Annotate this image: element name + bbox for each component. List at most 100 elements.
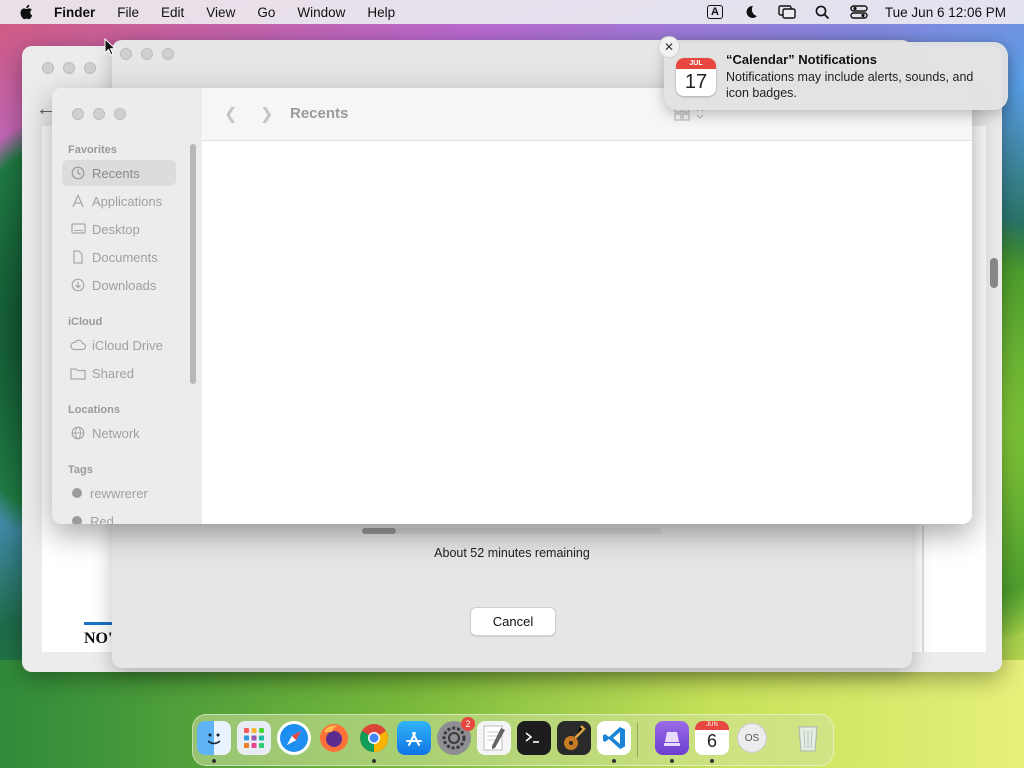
document-icon [70,249,86,265]
tag-color-dot [72,488,82,498]
horizontal-scrollbar[interactable] [362,528,662,534]
terminal-dock-icon[interactable] [517,721,551,755]
dock-separator [637,723,638,757]
zoom-button[interactable] [84,62,96,74]
apple-logo-icon[interactable] [18,3,36,21]
dock: 2 JUN 6 OS [192,714,834,766]
menu-file[interactable]: File [117,5,139,20]
control-center-icon[interactable] [849,4,869,20]
window-controls [120,48,174,60]
minimize-button[interactable] [93,108,105,120]
macos-installer-label: OS [737,723,767,753]
menu-view[interactable]: View [206,5,235,20]
menu-bar-clock[interactable]: Tue Jun 6 12:06 PM [885,5,1006,20]
cloud-icon [70,337,86,353]
scrollbar-thumb[interactable] [990,258,998,288]
running-indicator [710,759,714,763]
sidebar-section-locations: Locations [68,404,120,416]
vscode-dock-icon[interactable] [597,721,631,755]
sidebar-item-downloads[interactable]: Downloads [62,272,176,298]
network-icon [70,425,86,441]
sidebar-item-desktop[interactable]: Desktop [62,216,176,242]
file-list-area[interactable] [202,141,972,524]
sidebar-tag-rewwrerer[interactable]: rewwrerer [62,480,176,506]
screen-mirroring-icon[interactable] [777,4,797,20]
sidebar-section-favorites: Favorites [68,144,117,156]
cancel-button[interactable]: Cancel [470,607,556,636]
desktop-icon [70,221,86,237]
back-chevron-icon[interactable]: ❮ [224,104,237,124]
menu-app-finder[interactable]: Finder [54,5,95,20]
sidebar-item-label: Desktop [92,221,140,237]
finder-dock-icon[interactable] [197,721,231,755]
chrome-dock-icon[interactable] [357,721,391,755]
menu-edit[interactable]: Edit [161,5,184,20]
trash-dock-icon[interactable] [791,721,825,755]
calendar-dock-day: 6 [706,731,717,751]
sidebar-item-label: Downloads [92,277,157,293]
finder-window[interactable]: Favorites Recents Applications Desktop D… [52,88,972,524]
applications-icon [70,193,86,209]
sidebar-item-label: Network [92,425,140,441]
minimize-button[interactable] [63,62,75,74]
app-store-dock-icon[interactable] [397,721,431,755]
zoom-button[interactable] [162,48,174,60]
sidebar-item-network[interactable]: Network [62,420,176,446]
safari-dock-icon[interactable] [277,721,311,755]
partial-headline: NO' [84,630,113,647]
clock-icon [70,165,86,181]
macos-installer-dock-icon[interactable]: OS [735,721,769,755]
sidebar-item-applications[interactable]: Applications [62,188,176,214]
sidebar-item-icloud-drive[interactable]: iCloud Drive [62,332,176,358]
simulator-dock-icon[interactable] [655,721,689,755]
sidebar-item-label: Documents [92,249,158,265]
scrollbar-thumb[interactable] [362,528,396,534]
firefox-dock-icon[interactable] [317,721,351,755]
time-remaining-text: About 52 minutes remaining [434,546,590,560]
sidebar-item-label: iCloud Drive [92,337,163,353]
moon-icon[interactable] [741,4,761,20]
close-button[interactable] [120,48,132,60]
calendar-app-icon: JUL 17 [676,58,716,96]
notification-title: “Calendar” Notifications [726,52,877,67]
calendar-notification[interactable]: ✕ JUL 17 “Calendar” Notifications Notifi… [658,36,1008,110]
search-icon[interactable] [813,4,833,20]
menu-window[interactable]: Window [297,5,345,20]
sidebar-item-shared[interactable]: Shared [62,360,176,386]
system-settings-dock-icon[interactable]: 2 [437,717,475,755]
finder-sidebar: Favorites Recents Applications Desktop D… [52,88,203,524]
garageband-dock-icon[interactable] [557,721,591,755]
sidebar-item-label: Recents [92,165,140,181]
sidebar-item-recents[interactable]: Recents [62,160,176,186]
zoom-button[interactable] [114,108,126,120]
notification-body: Notifications may include alerts, sounds… [726,70,974,100]
download-icon [70,277,86,293]
input-source-icon[interactable]: A [705,4,725,20]
sidebar-item-documents[interactable]: Documents [62,244,176,270]
sidebar-item-label: Shared [92,365,134,381]
sidebar-item-label: Red [90,513,114,525]
minimize-button[interactable] [141,48,153,60]
sidebar-item-label: rewwrerer [90,485,148,501]
sidebar-item-label: Applications [92,193,163,209]
sidebar-section-tags: Tags [68,464,93,476]
close-button[interactable] [72,108,84,120]
sidebar-section-icloud: iCloud [68,316,103,328]
calendar-dock-icon[interactable]: JUN 6 [695,721,729,755]
running-indicator [612,759,616,763]
window-controls [72,108,126,120]
mouse-cursor-icon [104,38,116,56]
textedit-dock-icon[interactable] [477,721,511,755]
close-notification-button[interactable]: ✕ [658,36,680,58]
sidebar-tag-red[interactable]: Red [62,508,176,524]
menu-help[interactable]: Help [367,5,395,20]
menu-go[interactable]: Go [257,5,275,20]
launchpad-dock-icon[interactable] [237,721,271,755]
calendar-icon-month: JUL [676,58,716,69]
tag-color-dot [72,516,82,524]
sidebar-scrollbar[interactable] [190,144,196,384]
shared-folder-icon [70,365,86,381]
notification-badge: 2 [461,717,475,731]
close-button[interactable] [42,62,54,74]
forward-chevron-icon[interactable]: ❯ [260,104,273,124]
